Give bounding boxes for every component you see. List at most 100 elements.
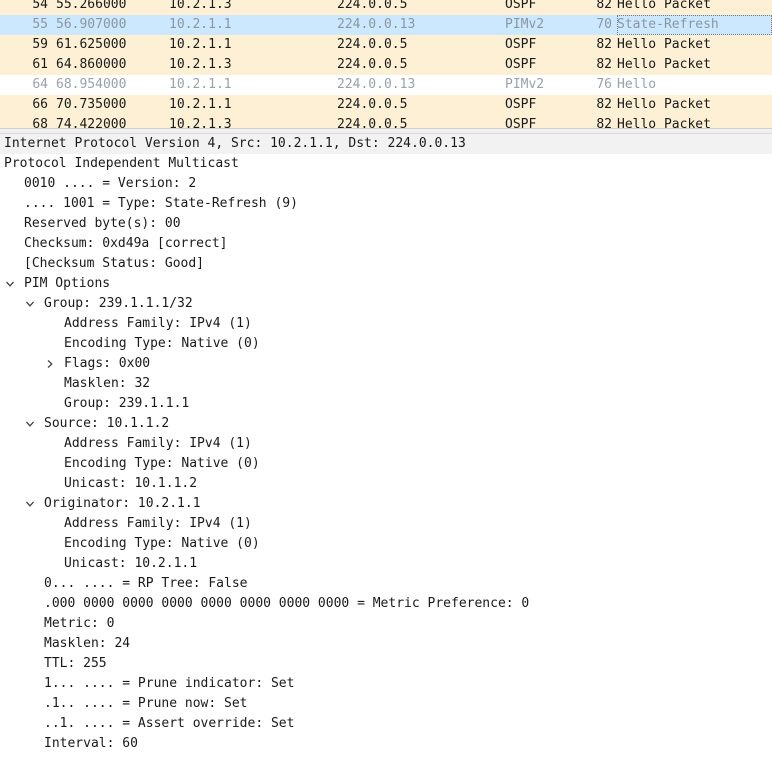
detail-row[interactable]: Flags: 0x00: [0, 354, 772, 374]
detail-row[interactable]: Group: 239.1.1.1/32: [0, 294, 772, 314]
packet-length: 82: [596, 57, 612, 72]
packet-length: 70: [596, 17, 612, 32]
packet-time: 70.735000: [56, 97, 127, 112]
detail-row[interactable]: Metric: 0: [0, 614, 772, 634]
packet-info: Hello Packet: [617, 97, 711, 112]
detail-text: Encoding Type: Native (0): [64, 336, 260, 351]
detail-text: .1.. .... = Prune now: Set: [44, 696, 248, 711]
packet-time: 56.907000: [56, 17, 127, 32]
detail-text: .... 1001 = Type: State-Refresh (9): [24, 196, 298, 211]
packet-protocol: PIMv2: [505, 77, 545, 92]
detail-text: Masklen: 32: [64, 376, 151, 391]
packet-destination: 224.0.0.13: [337, 17, 416, 32]
detail-row[interactable]: Address Family: IPv4 (1): [0, 434, 772, 454]
packet-list[interactable]: 54 55.266000 10.2.1.3 224.0.0.5 OSPF 82 Hello …: [0, 0, 772, 128]
packet-destination: 224.0.0.5: [337, 97, 408, 112]
packet-destination: 224.0.0.5: [337, 37, 408, 52]
detail-text: Source: 10.1.1.2: [44, 416, 170, 431]
packet-length: 82: [596, 0, 612, 12]
packet-source: 10.2.1.3: [169, 117, 232, 128]
detail-row[interactable]: TTL: 255: [0, 654, 772, 674]
packet-row[interactable]: 66 70.735000 10.2.1.1 224.0.0.5 OSPF 82 Hello …: [0, 95, 772, 115]
chevron-down-icon[interactable]: [24, 494, 36, 514]
packet-source: 10.2.1.3: [169, 0, 232, 12]
detail-row[interactable]: Address Family: IPv4 (1): [0, 314, 772, 334]
packet-length: 82: [596, 97, 612, 112]
packet-no: 61: [32, 57, 48, 72]
detail-row[interactable]: ..1. .... = Assert override: Set: [0, 714, 772, 734]
detail-text: Checksum: 0xd49a [correct]: [24, 236, 228, 251]
detail-row[interactable]: PIM Options: [0, 274, 772, 294]
detail-text: Internet Protocol Version 4, Src: 10.2.1…: [4, 136, 466, 151]
detail-row[interactable]: Encoding Type: Native (0): [0, 334, 772, 354]
packet-protocol: PIMv2: [505, 17, 545, 32]
detail-row[interactable]: 1... .... = Prune indicator: Set: [0, 674, 772, 694]
detail-row[interactable]: Originator: 10.2.1.1: [0, 494, 772, 514]
packet-info: Hello Packet: [617, 0, 711, 12]
detail-row[interactable]: Checksum: 0xd49a [correct]: [0, 234, 772, 254]
chevron-down-icon[interactable]: [24, 294, 36, 314]
packet-info: Hello Packet: [617, 117, 711, 128]
packet-time: 68.954000: [56, 77, 127, 92]
detail-text: Encoding Type: Native (0): [64, 536, 260, 551]
detail-row[interactable]: Encoding Type: Native (0): [0, 454, 772, 474]
detail-text: Unicast: 10.1.1.2: [64, 476, 198, 491]
detail-text: 1... .... = Prune indicator: Set: [44, 676, 295, 691]
detail-text: Interval: 60: [44, 736, 138, 751]
detail-row[interactable]: Group: 239.1.1.1: [0, 394, 772, 414]
packet-destination: 224.0.0.5: [337, 57, 408, 72]
packet-no: 64: [32, 77, 48, 92]
chevron-down-icon[interactable]: [4, 274, 16, 294]
detail-row[interactable]: .... 1001 = Type: State-Refresh (9): [0, 194, 772, 214]
detail-row[interactable]: Masklen: 24: [0, 634, 772, 654]
detail-row[interactable]: Address Family: IPv4 (1): [0, 514, 772, 534]
packet-no: 59: [32, 37, 48, 52]
packet-destination: 224.0.0.5: [337, 117, 408, 128]
detail-row[interactable]: Masklen: 32: [0, 374, 772, 394]
packet-time: 55.266000: [56, 0, 127, 12]
detail-text: 0010 .... = Version: 2: [24, 176, 197, 191]
detail-row[interactable]: Interval: 60: [0, 734, 772, 754]
packet-row[interactable]: 68 74.422000 10.2.1.3 224.0.0.5 OSPF 82 Hello …: [0, 115, 772, 128]
packet-source: 10.2.1.1: [169, 77, 232, 92]
detail-row[interactable]: .000 0000 0000 0000 0000 0000 0000 0000 …: [0, 594, 772, 614]
detail-text: .000 0000 0000 0000 0000 0000 0000 0000 …: [44, 596, 530, 611]
packet-info: Hello Packet: [617, 57, 711, 72]
packet-row[interactable]: 61 64.860000 10.2.1.3 224.0.0.5 OSPF 82 Hello …: [0, 55, 772, 75]
detail-row[interactable]: Encoding Type: Native (0): [0, 534, 772, 554]
packet-destination: 224.0.0.5: [337, 0, 408, 12]
packet-no: 66: [32, 97, 48, 112]
detail-row[interactable]: .1.. .... = Prune now: Set: [0, 694, 772, 714]
detail-text: PIM Options: [24, 276, 111, 291]
packet-row[interactable]: 59 61.625000 10.2.1.1 224.0.0.5 OSPF 82 Hello …: [0, 35, 772, 55]
detail-row[interactable]: 0... .... = RP Tree: False: [0, 574, 772, 594]
packet-row[interactable]: 64 68.954000 10.2.1.1 224.0.0.13 PIMv2 76 Hell…: [0, 75, 772, 95]
detail-row[interactable]: Unicast: 10.1.1.2: [0, 474, 772, 494]
packet-time: 74.422000: [56, 117, 127, 128]
detail-text: Address Family: IPv4 (1): [64, 316, 252, 331]
detail-text: Group: 239.1.1.1/32: [44, 296, 193, 311]
packet-length: 82: [596, 37, 612, 52]
detail-text: Metric: 0: [44, 616, 115, 631]
packet-row[interactable]: 54 55.266000 10.2.1.3 224.0.0.5 OSPF 82 Hello …: [0, 0, 772, 15]
packet-protocol: OSPF: [505, 117, 537, 128]
packet-info: Hello: [617, 77, 657, 92]
packet-length: 76: [596, 77, 612, 92]
detail-row[interactable]: Reserved byte(s): 00: [0, 214, 772, 234]
packet-source: 10.2.1.1: [169, 37, 232, 52]
packet-row-selected[interactable]: 55 56.907000 10.2.1.1 224.0.0.13 PIMv2 70 Stat…: [0, 15, 772, 35]
detail-text: Address Family: IPv4 (1): [64, 516, 252, 531]
detail-row[interactable]: Internet Protocol Version 4, Src: 10.2.1…: [0, 134, 772, 154]
packet-length: 82: [596, 117, 612, 128]
detail-row[interactable]: [Checksum Status: Good]: [0, 254, 772, 274]
detail-row[interactable]: Source: 10.1.1.2: [0, 414, 772, 434]
detail-text: ..1. .... = Assert override: Set: [44, 716, 295, 731]
chevron-right-icon[interactable]: [44, 354, 56, 374]
detail-text: Unicast: 10.2.1.1: [64, 556, 198, 571]
chevron-down-icon[interactable]: [24, 414, 36, 434]
detail-text: Encoding Type: Native (0): [64, 456, 260, 471]
detail-row[interactable]: 0010 .... = Version: 2: [0, 174, 772, 194]
packet-details-tree: Internet Protocol Version 4, Src: 10.2.1…: [0, 134, 772, 754]
detail-row[interactable]: Unicast: 10.2.1.1: [0, 554, 772, 574]
detail-row[interactable]: Protocol Independent Multicast: [0, 154, 772, 174]
